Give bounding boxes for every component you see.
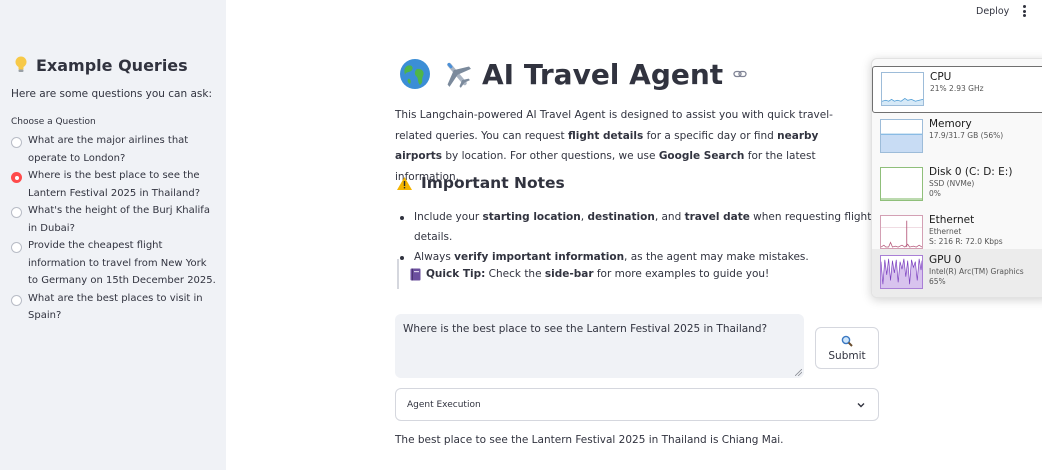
notes-list: Include your starting location, destinat… <box>398 207 878 267</box>
task-manager-item-text: Disk 0 (C: D: E:) SSD (NVMe) 0% <box>929 166 1012 199</box>
question-radio-group: What are the major airlines that operate… <box>11 135 216 328</box>
quick-tip-callout: Quick Tip: Check the side-bar for more e… <box>397 259 847 289</box>
item-detail: Ethernet <box>929 227 962 236</box>
item-detail: SSD (NVMe) <box>929 179 975 188</box>
globe-icon <box>400 59 430 89</box>
radio-option-label: Where is the best place to see the Lante… <box>28 170 201 199</box>
gpu-graph <box>880 255 923 289</box>
sidebar-subtitle: Here are some questions you can ask: <box>11 88 213 100</box>
lightbulb-icon <box>15 56 27 72</box>
task-manager-performance-panel: CPU 21% 2.93 GHz Memory 17.9/31.7 GB (56… <box>871 58 1042 298</box>
submit-button-label: Submit <box>828 349 866 362</box>
agent-execution-expander[interactable]: Agent Execution <box>395 388 879 421</box>
page-title: AI Travel Agent <box>398 57 747 91</box>
airplane-icon <box>447 62 471 88</box>
item-name: Ethernet <box>929 214 975 226</box>
deploy-button[interactable]: Deploy <box>970 4 1015 19</box>
item-detail: Intel(R) Arc(TM) Graphics <box>929 267 1024 276</box>
task-manager-item-cpu[interactable]: CPU 21% 2.93 GHz <box>872 66 1042 113</box>
warning-icon <box>397 176 412 190</box>
item-detail: 0% <box>929 189 941 198</box>
radio-button[interactable] <box>11 242 22 253</box>
sidebar-title-text: Example Queries <box>36 55 188 75</box>
radio-option-label: What's the height of the Burj Khalifa in… <box>28 205 210 234</box>
cpu-graph <box>881 72 924 106</box>
sidebar: Example Queries Here are some questions … <box>0 0 226 470</box>
item-detail: 17.9/31.7 GB (56%) <box>929 131 1004 140</box>
item-name: CPU <box>930 71 952 83</box>
task-manager-item-text: CPU 21% 2.93 GHz <box>930 71 984 94</box>
chevron-down-icon <box>857 402 865 407</box>
kebab-menu-icon[interactable] <box>1020 5 1028 17</box>
notes-heading: Important Notes <box>396 174 565 192</box>
page-title-text: AI Travel Agent <box>482 57 724 91</box>
notes-heading-text: Important Notes <box>421 174 565 192</box>
radio-option-spain[interactable]: What are the best places to visit in Spa… <box>11 293 216 325</box>
radio-button-selected[interactable] <box>11 172 22 183</box>
radio-option-label: What are the major airlines that operate… <box>28 135 189 164</box>
radio-button[interactable] <box>11 294 22 306</box>
memory-graph <box>880 119 923 153</box>
notebook-icon <box>410 268 421 280</box>
submit-button[interactable]: Submit <box>815 327 879 369</box>
list-item: Include your starting location, destinat… <box>398 207 878 247</box>
magnifier-icon <box>841 335 853 347</box>
quick-tip-text: Quick Tip: Check the side-bar for more e… <box>426 268 770 280</box>
resize-handle-icon[interactable] <box>795 369 802 376</box>
item-name: GPU 0 <box>929 254 962 266</box>
disk-graph <box>880 167 923 201</box>
query-input[interactable]: Where is the best place to see the Lante… <box>395 314 804 378</box>
radio-button[interactable] <box>11 137 22 148</box>
link-icon[interactable] <box>733 67 747 81</box>
radio-option-label: Provide the cheapest flight information … <box>28 240 216 286</box>
task-manager-item-text: Memory 17.9/31.7 GB (56%) <box>929 118 1003 141</box>
radio-option-burj-khalifa[interactable]: What's the height of the Burj Khalifa in… <box>11 205 216 237</box>
task-manager-item-disk[interactable]: Disk 0 (C: D: E:) SSD (NVMe) 0% <box>872 162 1042 209</box>
item-name: Disk 0 (C: D: E:) <box>929 166 1013 178</box>
radio-option-lantern-festival[interactable]: Where is the best place to see the Lante… <box>11 170 216 202</box>
task-manager-item-text: GPU 0 Intel(R) Arc(TM) Graphics 65% <box>929 254 1024 287</box>
radio-button[interactable] <box>11 207 22 218</box>
item-detail: 65% <box>929 277 946 286</box>
task-manager-item-text: Ethernet Ethernet S: 216 R: 72.0 Kbps <box>929 214 1003 247</box>
sidebar-title: Example Queries <box>14 55 188 75</box>
item-name: Memory <box>929 118 972 130</box>
task-manager-item-gpu[interactable]: GPU 0 Intel(R) Arc(TM) Graphics 65% <box>872 249 1042 297</box>
radio-group-label: Choose a Question <box>11 117 96 127</box>
expander-label: Agent Execution <box>407 399 481 410</box>
radio-option-airlines-london[interactable]: What are the major airlines that operate… <box>11 135 216 167</box>
agent-answer: The best place to see the Lantern Festiv… <box>395 434 784 446</box>
query-input-value: Where is the best place to see the Lante… <box>403 323 768 335</box>
item-detail: S: 216 R: 72.0 Kbps <box>929 237 1003 246</box>
radio-option-cheapest-flight[interactable]: Provide the cheapest flight information … <box>11 240 216 290</box>
ethernet-graph <box>880 215 923 249</box>
item-detail: 21% 2.93 GHz <box>930 84 984 93</box>
task-manager-item-memory[interactable]: Memory 17.9/31.7 GB (56%) <box>872 114 1042 161</box>
radio-option-label: What are the best places to visit in Spa… <box>28 292 203 322</box>
